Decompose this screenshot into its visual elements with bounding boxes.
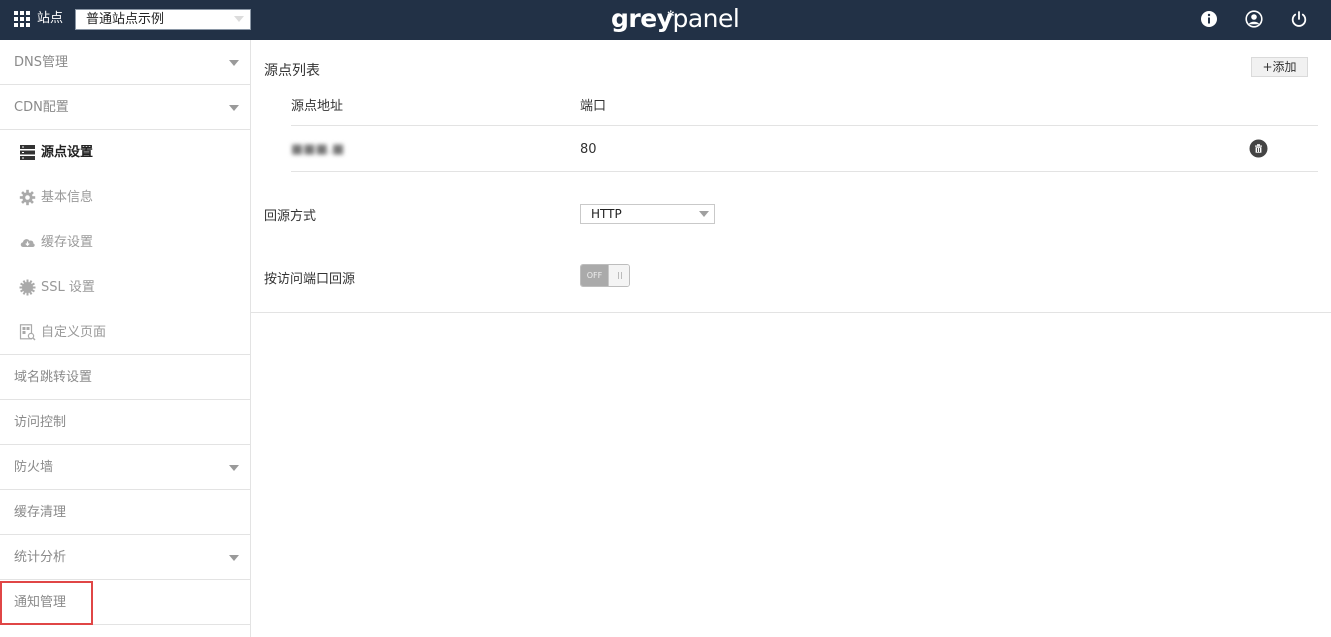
- chevron-down-icon: [229, 60, 239, 66]
- greypanel-logo: greypanel ✻: [611, 3, 740, 35]
- column-header-port: 端口: [580, 99, 607, 114]
- sidebar-subitem-custom-page[interactable]: 自定义页面: [0, 310, 250, 355]
- top-bar: 站点 普通站点示例 greypanel ✻: [0, 0, 1331, 40]
- origin-port-cell: 80: [580, 142, 597, 157]
- gear-icon: [19, 189, 36, 206]
- sidebar-item-domain-redirect[interactable]: 域名跳转设置: [0, 355, 250, 400]
- origin-method-value: HTTP: [591, 207, 622, 221]
- sidebar: DNS管理 CDN配置 源点设置 基本信息 缓存设置 SSL 设置 自定义页面 …: [0, 40, 251, 637]
- sidebar-subitem-ssl[interactable]: SSL 设置: [0, 265, 250, 310]
- sidebar-item-dns[interactable]: DNS管理: [0, 40, 250, 85]
- ssl-badge-icon: [19, 279, 36, 296]
- sidebar-item-label: 域名跳转设置: [14, 370, 93, 385]
- sidebar-item-label: 统计分析: [14, 550, 67, 565]
- server-icon: [20, 145, 35, 160]
- sidebar-subitem-label: 缓存设置: [41, 235, 94, 250]
- sidebar-item-label: 防火墙: [14, 460, 54, 475]
- highlight-box: [0, 581, 93, 625]
- logo-spark-icon: ✻: [667, 10, 675, 20]
- sidebar-item-statistics[interactable]: 统计分析: [0, 535, 250, 580]
- sidebar-subitem-basic-info[interactable]: 基本信息: [0, 175, 250, 220]
- toggle-knob: [608, 265, 629, 286]
- chevron-down-icon: [229, 465, 239, 471]
- sidebar-subitem-label: SSL 设置: [41, 280, 95, 295]
- port-origin-label: 按访问端口回源: [264, 272, 356, 287]
- section-divider: [251, 312, 1331, 313]
- sidebar-item-cdn[interactable]: CDN配置: [0, 85, 250, 130]
- custom-page-icon: [19, 324, 36, 341]
- toggle-off-label: OFF: [581, 265, 608, 286]
- user-icon[interactable]: [1245, 10, 1263, 28]
- sidebar-subitem-cache[interactable]: 缓存设置: [0, 220, 250, 265]
- origin-method-select[interactable]: HTTP: [580, 204, 715, 224]
- add-origin-button[interactable]: +添加: [1251, 57, 1308, 77]
- info-icon[interactable]: [1200, 10, 1218, 28]
- sidebar-subitem-label: 自定义页面: [41, 325, 107, 340]
- power-icon[interactable]: [1290, 10, 1308, 28]
- trash-icon[interactable]: [1249, 139, 1268, 158]
- chevron-down-icon: [234, 16, 244, 22]
- sidebar-item-firewall[interactable]: 防火墙: [0, 445, 250, 490]
- row-divider: [291, 125, 1318, 126]
- main-content: 源点列表 +添加 源点地址 端口 ■■■.■ 80 回源方式 HTTP 按访问端…: [251, 40, 1331, 637]
- sidebar-item-access-control[interactable]: 访问控制: [0, 400, 250, 445]
- site-label: 站点: [37, 11, 64, 26]
- sidebar-subitem-origin[interactable]: 源点设置: [0, 130, 250, 175]
- origin-address-cell: ■■■.■: [291, 142, 345, 157]
- port-origin-toggle[interactable]: OFF: [580, 264, 630, 287]
- origin-method-label: 回源方式: [264, 209, 317, 224]
- grid-menu-icon[interactable]: [14, 11, 31, 28]
- sidebar-subitem-label: 源点设置: [41, 145, 94, 160]
- sidebar-subitem-label: 基本信息: [41, 190, 94, 205]
- sidebar-item-label: CDN配置: [14, 100, 69, 115]
- site-select-value: 普通站点示例: [86, 12, 165, 27]
- column-header-address: 源点地址: [291, 99, 344, 114]
- sidebar-item-cache-purge[interactable]: 缓存清理: [0, 490, 250, 535]
- chevron-down-icon: [699, 211, 709, 217]
- cloud-download-icon: [20, 239, 35, 247]
- chevron-down-icon: [229, 105, 239, 111]
- row-divider: [291, 171, 1318, 172]
- sidebar-item-label: 访问控制: [14, 415, 67, 430]
- sidebar-item-label: DNS管理: [14, 55, 68, 70]
- site-select[interactable]: 普通站点示例: [75, 9, 251, 30]
- chevron-down-icon: [229, 555, 239, 561]
- section-title: 源点列表: [264, 63, 320, 79]
- sidebar-item-label: 缓存清理: [14, 505, 67, 520]
